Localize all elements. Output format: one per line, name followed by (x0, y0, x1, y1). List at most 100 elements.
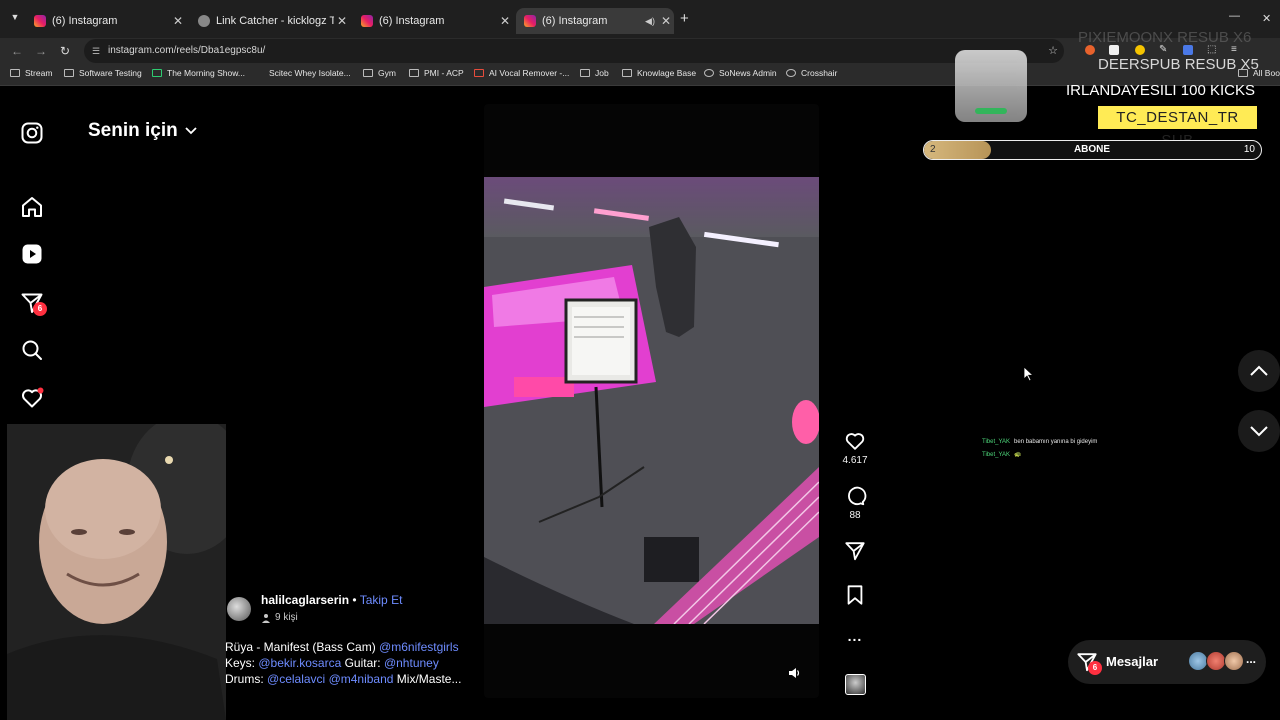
more-avatars-icon: ... (1246, 652, 1257, 666)
author-avatar[interactable] (227, 597, 251, 621)
audience-count: 9 kişi (275, 612, 298, 623)
avatar (1206, 651, 1226, 671)
instagram-favicon-icon (34, 15, 46, 27)
chat-username: Tibet_YAK (982, 452, 1011, 458)
folder-icon (580, 69, 590, 77)
back-icon[interactable]: ← (8, 42, 26, 60)
bookmark-favicon-icon (152, 69, 162, 77)
caption-line-2: Keys: @bekir.kosarca Guitar: @nhtuney (225, 656, 439, 670)
avatar (1188, 651, 1208, 671)
minimize-window-icon[interactable]: — (1229, 10, 1240, 22)
chat-message: Tibet_YAK ben babamın yanına bi gideyim (982, 439, 1097, 445)
folder-icon (622, 69, 632, 77)
bookmark-job[interactable]: Job (580, 68, 609, 78)
bookmark-morning-show[interactable]: The Morning Show... (152, 68, 245, 78)
caption-line-3: Drums: @celalavci @m4niband Mix/Maste... (225, 672, 462, 686)
reels-icon[interactable] (20, 242, 44, 266)
browser-tab-4-active[interactable]: (6) Instagram ◀) ✕ (516, 8, 674, 34)
follow-button[interactable]: Takip Et (360, 593, 403, 607)
close-tab-icon[interactable]: ✕ (658, 14, 674, 28)
close-tab-icon[interactable]: ✕ (170, 14, 186, 28)
tab-title: (6) Instagram (379, 15, 445, 27)
bookmark-knowlage-base[interactable]: Knowlage Base (622, 68, 696, 78)
goal-end: 10 (1243, 144, 1255, 155)
save-bookmark-icon[interactable] (843, 584, 867, 606)
reel-video-player[interactable] (484, 104, 819, 698)
browser-tab-2[interactable]: Link Catcher - kicklogz Tools ✕ (190, 8, 350, 34)
bookmark-pmi-acp[interactable]: PMI - ACP (409, 68, 464, 78)
like-count: 4.617 (842, 455, 868, 466)
instagram-favicon-icon (524, 15, 536, 27)
bookmark-gym[interactable]: Gym (363, 68, 396, 78)
streamer-webcam (7, 424, 226, 720)
chevron-up-icon (1250, 365, 1268, 376)
browser-tab-3[interactable]: (6) Instagram ✕ (353, 8, 513, 34)
search-icon[interactable] (20, 338, 44, 362)
url-text: instagram.com/reels/Dba1egpsc8u/ (108, 45, 266, 56)
tab-search-icon[interactable]: ▼ (8, 12, 22, 26)
volume-icon[interactable] (787, 666, 801, 680)
messages-label: Mesajlar (1106, 654, 1159, 669)
close-window-icon[interactable]: ✕ (1262, 12, 1271, 25)
bookmark-software-testing[interactable]: Software Testing (64, 68, 142, 78)
site-info-icon[interactable]: ☰ (92, 39, 100, 63)
chat-message: Tibet_YAK 🐢 (982, 451, 1022, 458)
bookmark-sonews-admin[interactable]: SoNews Admin (704, 68, 777, 78)
mute-tab-icon[interactable]: ◀) (642, 16, 658, 27)
overlay-cup-image (955, 50, 1027, 122)
people-icon (262, 613, 270, 623)
previous-reel-button[interactable] (1238, 350, 1280, 392)
forward-icon[interactable]: → (32, 42, 50, 60)
mention-link[interactable]: @celalavci (267, 672, 325, 686)
post-author-line: halilcaglarserin • Takip Et (261, 593, 402, 607)
tab-title: (6) Instagram (542, 15, 608, 27)
audio-track-thumbnail[interactable] (845, 674, 866, 695)
folder-icon (409, 69, 419, 77)
bookmark-favicon-icon (786, 69, 796, 77)
caption-more[interactable]: Mix/Maste... (397, 672, 462, 686)
concert-stage-image (484, 177, 819, 625)
mention-link[interactable]: @nhtuney (384, 656, 439, 670)
tab-title: Link Catcher - kicklogz Tools (216, 15, 334, 27)
address-bar[interactable]: ☰ instagram.com/reels/Dba1egpsc8u/ ☆ (84, 39, 1064, 63)
share-icon[interactable] (843, 540, 867, 562)
bookmark-favicon-icon (474, 69, 484, 77)
author-username[interactable]: halilcaglarserin (261, 593, 349, 607)
new-tab-icon[interactable]: + (680, 11, 689, 27)
home-icon[interactable] (20, 195, 44, 219)
comment-icon[interactable] (843, 485, 867, 507)
bookmark-favicon-icon (704, 69, 714, 77)
instagram-favicon-icon (361, 15, 373, 27)
mention-link[interactable]: @m4niband (329, 672, 394, 686)
messages-pill-button[interactable]: 6 Mesajlar ... (1068, 640, 1266, 684)
subscriber-goal-bar: 2 ABONE 10 (923, 140, 1262, 160)
overlay-resub-line: DEERSPUB RESUB X5 (1098, 56, 1259, 73)
overlay-ghost-line: PIXIEMOONX RESUB X6 (1078, 29, 1252, 46)
close-tab-icon[interactable]: ✕ (497, 14, 513, 28)
chevron-down-icon (185, 127, 197, 135)
folder-icon (10, 69, 20, 77)
chat-username: Tibet_YAK (982, 439, 1011, 445)
notifications-heart-icon[interactable] (20, 386, 44, 410)
close-tab-icon[interactable]: ✕ (334, 14, 350, 28)
reload-icon[interactable]: ↻ (56, 42, 74, 60)
bookmark-ai-vocal-remover[interactable]: AI Vocal Remover -... (474, 68, 569, 78)
mention-link[interactable]: @bekir.kosarca (258, 656, 341, 670)
more-options-icon[interactable]: ... (843, 628, 867, 644)
instagram-logo-icon[interactable] (20, 121, 44, 145)
bookmark-star-icon[interactable]: ☆ (1048, 39, 1058, 63)
mention-link[interactable]: @m6nifestgirls (379, 640, 459, 654)
overlay-kicks-line: IRLANDAYESILI 100 KICKS (1066, 82, 1255, 99)
bookmark-crosshair[interactable]: Crosshair (786, 68, 837, 78)
overlay-sub-highlight: TC_DESTAN_TR SUB (1098, 106, 1257, 149)
folder-icon (64, 69, 74, 77)
tab-title: (6) Instagram (52, 15, 118, 27)
feed-selector[interactable]: Senin için (88, 120, 198, 142)
bookmark-scitec[interactable]: Scitec Whey Isolate... (258, 68, 351, 78)
next-reel-button[interactable] (1238, 410, 1280, 452)
notification-badge: 6 (33, 302, 47, 316)
avatar (1224, 651, 1244, 671)
like-heart-icon[interactable] (843, 430, 867, 452)
browser-tab-1[interactable]: (6) Instagram ✕ (26, 8, 186, 34)
bookmark-stream[interactable]: Stream (10, 68, 52, 78)
